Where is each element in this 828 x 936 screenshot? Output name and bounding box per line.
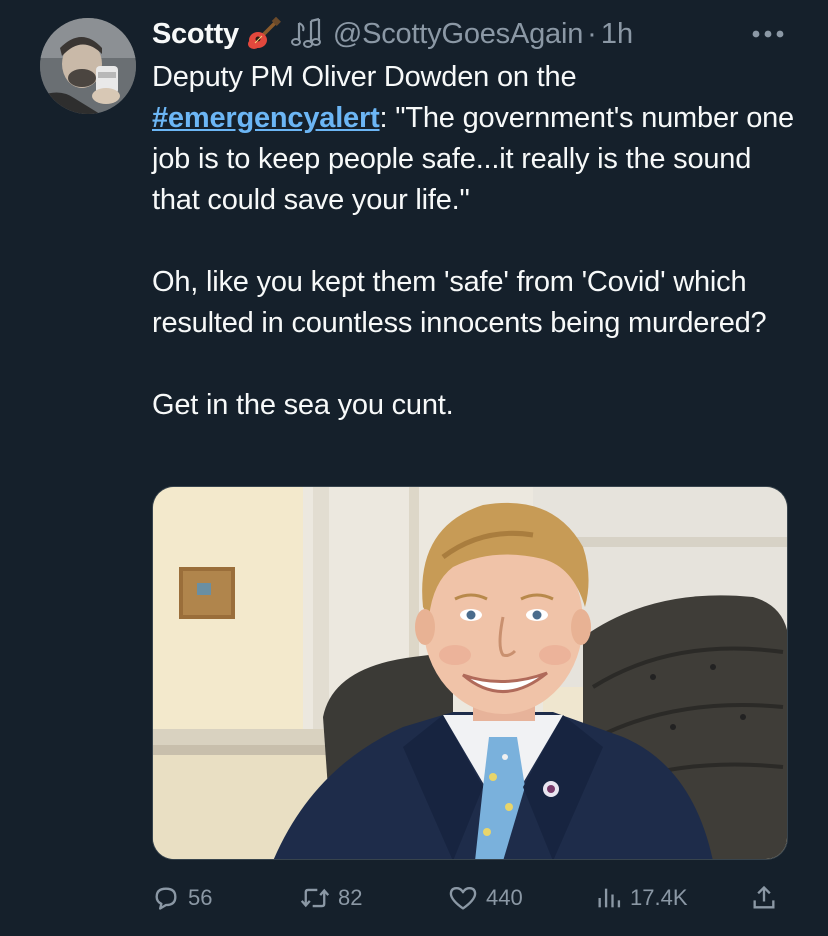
musical-notes-emoji-icon bbox=[289, 17, 323, 51]
retweet-icon bbox=[300, 888, 330, 908]
tweet-text: Deputy PM Oliver Dowden on the #emergency… bbox=[152, 57, 802, 426]
hashtag-link[interactable]: #emergencyalert bbox=[152, 102, 380, 134]
tweet-photo[interactable] bbox=[152, 486, 788, 860]
separator-dot: · bbox=[587, 17, 597, 50]
reply-icon bbox=[155, 887, 177, 910]
user-handle[interactable]: @ScottyGoesAgain bbox=[333, 18, 584, 51]
tweet-header: Scotty @ScottyGoesAgain · 1h bbox=[152, 14, 633, 54]
heart-icon bbox=[449, 887, 477, 910]
retweet-count: 82 bbox=[338, 885, 363, 910]
reply-button[interactable]: 56 bbox=[152, 876, 212, 920]
share-button[interactable] bbox=[750, 876, 778, 920]
views-button[interactable]: 17.4K bbox=[596, 876, 688, 920]
avatar[interactable] bbox=[40, 18, 136, 114]
photo-of-man-in-armchair bbox=[153, 487, 787, 859]
views-chart-icon bbox=[598, 888, 621, 908]
tweet-line-1: Deputy PM Oliver Dowden on the bbox=[152, 61, 577, 93]
reply-count: 56 bbox=[188, 885, 213, 910]
views-count: 17.4K bbox=[630, 885, 688, 910]
retweet-button[interactable]: 82 bbox=[300, 876, 362, 920]
tweet-paragraph-3: Get in the sea you cunt. bbox=[152, 389, 454, 421]
tweet-actions: 56 82 440 17.4K bbox=[152, 876, 788, 920]
more-horizontal-icon[interactable] bbox=[748, 20, 788, 48]
timestamp[interactable]: 1h bbox=[601, 18, 633, 51]
tweet-paragraph-2: Oh, like you kept them 'safe' from 'Covi… bbox=[152, 266, 767, 339]
display-name[interactable]: Scotty bbox=[152, 18, 239, 51]
like-button[interactable]: 440 bbox=[448, 876, 523, 920]
guitar-emoji-icon bbox=[247, 17, 281, 51]
share-icon bbox=[753, 885, 775, 909]
like-count: 440 bbox=[486, 885, 523, 910]
tweet-paragraph-1: Deputy PM Oliver Dowden on the #emergency… bbox=[152, 57, 802, 221]
